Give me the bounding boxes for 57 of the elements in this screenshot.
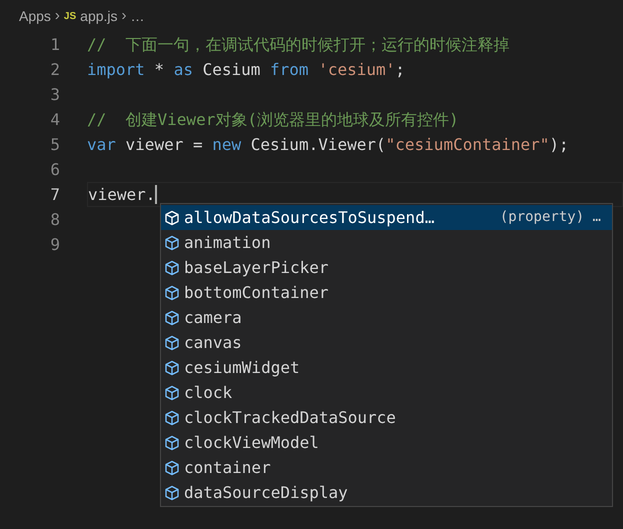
cube-icon	[164, 410, 180, 426]
code-token: import	[87, 58, 145, 80]
code-token: ;	[395, 58, 405, 80]
cube-icon	[164, 210, 180, 226]
suggestion-item[interactable]: allowDataSourcesToSuspend… (property) …	[161, 205, 612, 230]
suggestion-item[interactable]: clock	[161, 380, 612, 405]
line-number: 4	[49, 108, 60, 130]
line-number: 3	[49, 84, 60, 106]
suggestion-item[interactable]: clockViewModel	[161, 430, 612, 455]
code-token: "cesiumContainer"	[386, 134, 550, 156]
code-token: var	[87, 134, 116, 156]
cube-icon	[164, 484, 180, 500]
cube-icon	[164, 260, 180, 276]
line-number: 5	[49, 134, 60, 156]
cube-icon	[164, 434, 180, 450]
suggestion-item[interactable]: camera	[161, 305, 612, 330]
code-token: // 下面一句，在调试代码的时候打开；运行的时候注释掉	[87, 34, 510, 56]
suggestion-detail: (property) …	[500, 208, 602, 227]
suggestion-item[interactable]: clockTrackedDataSource	[161, 405, 612, 430]
line-number: 9	[49, 234, 60, 256]
text-cursor	[155, 185, 158, 204]
cube-icon	[164, 284, 180, 300]
line-number: 1	[49, 34, 60, 56]
cube-icon	[164, 234, 180, 250]
cube-icon	[164, 310, 180, 326]
line-number: 8	[49, 208, 60, 230]
suggestion-item[interactable]: canvas	[161, 330, 612, 355]
line-number: 7	[49, 184, 60, 206]
code-token: viewer =	[124, 134, 204, 156]
line-number: 6	[49, 158, 60, 180]
suggestion-item[interactable]: dataSourceDisplay	[161, 480, 612, 505]
suggestion-item[interactable]: container	[161, 455, 612, 480]
code-token: );	[549, 134, 569, 156]
breadcrumb-item[interactable]: Apps	[19, 6, 51, 26]
cube-icon	[164, 460, 180, 476]
suggestion-item[interactable]: cesiumWidget	[161, 355, 612, 380]
cube-icon	[164, 360, 180, 376]
suggestion-item[interactable]: baseLayerPicker	[161, 255, 612, 280]
breadcrumb-separator: ›	[54, 6, 60, 26]
cube-icon	[164, 334, 180, 350]
code-token: viewer.	[88, 184, 156, 206]
code-token: 'cesium'	[317, 58, 396, 80]
code-token: Cesium	[202, 58, 262, 80]
suggestion-item[interactable]: bottomContainer	[161, 280, 612, 305]
js-label: JS	[64, 10, 76, 24]
code-token: // 创建Viewer对象(浏览器里的地球及所有控件)	[87, 108, 459, 130]
code-token: new	[212, 134, 242, 156]
cube-icon	[164, 384, 180, 400]
code-token: as	[174, 58, 193, 80]
code-token: Cesium.Viewer(	[250, 134, 386, 156]
code-token: *	[153, 58, 166, 80]
breadcrumb-item[interactable]: …	[130, 6, 145, 26]
suggestion-item[interactable]: animation	[161, 230, 612, 255]
breadcrumb-separator: ›	[122, 6, 127, 26]
code-token: from	[270, 58, 309, 80]
line-number: 2	[49, 58, 60, 80]
breadcrumb-item[interactable]: app.js	[80, 6, 118, 26]
